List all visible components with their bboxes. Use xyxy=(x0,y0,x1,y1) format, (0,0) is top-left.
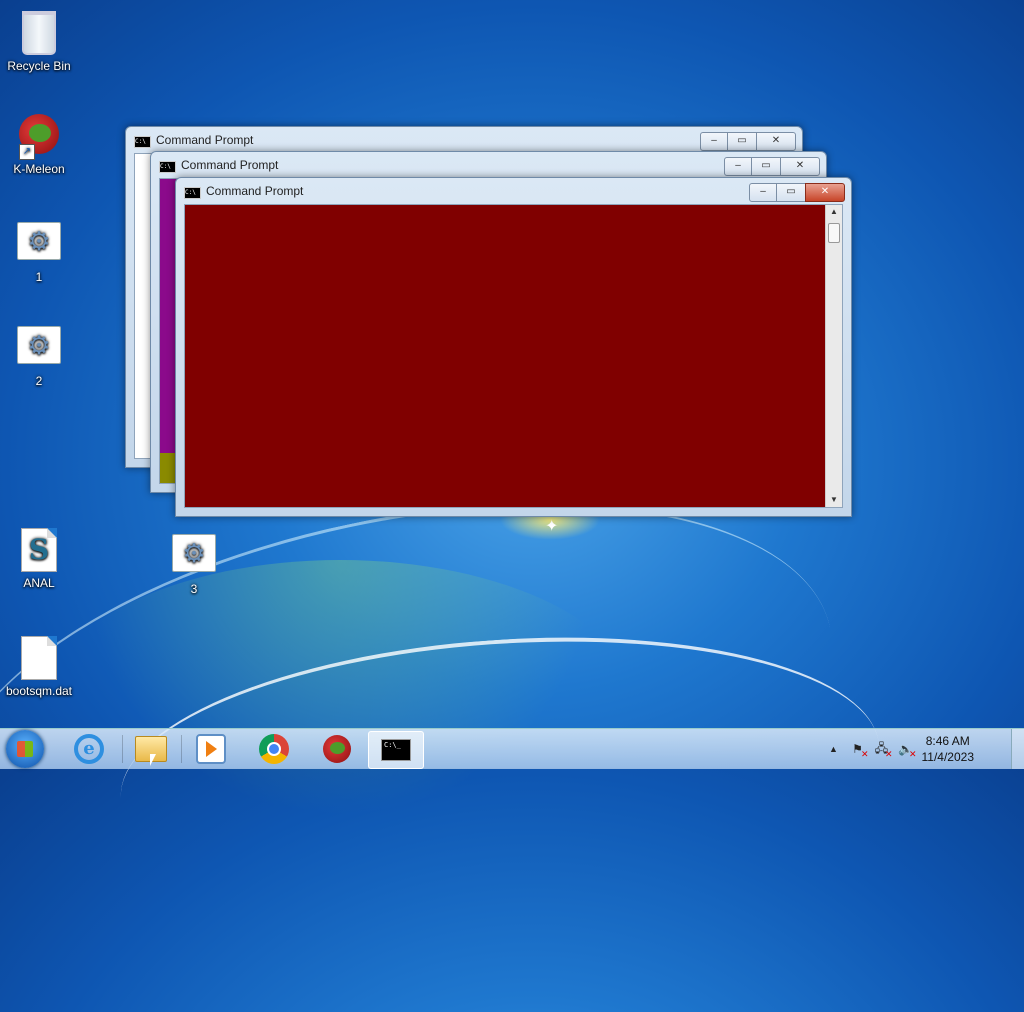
taskbar-separator xyxy=(122,735,123,763)
taskbar-chrome[interactable] xyxy=(247,731,301,767)
command-prompt-icon: C:\ xyxy=(184,187,201,199)
script-file-icon: S xyxy=(21,528,57,572)
settings-file-icon: ⚙ xyxy=(17,222,61,260)
clock[interactable]: 8:46 AM 11/4/2023 xyxy=(922,733,975,765)
minimize-button[interactable]: – xyxy=(724,157,752,176)
settings-file-icon: ⚙ xyxy=(172,534,216,572)
settings-file-icon: ⚙ xyxy=(17,326,61,364)
scroll-up-arrow-icon[interactable]: ▲ xyxy=(826,205,842,219)
window-title: Command Prompt xyxy=(156,133,254,147)
close-button[interactable]: ✕ xyxy=(805,183,845,202)
desktop-icon-label: K-Meleon xyxy=(13,162,65,176)
show-hidden-icons-button[interactable]: ▲ xyxy=(826,741,842,757)
minimize-button[interactable]: – xyxy=(749,183,777,202)
mouse-cursor-icon xyxy=(150,754,156,766)
desktop-icon-anal[interactable]: S ANAL xyxy=(0,528,78,590)
blank-file-icon xyxy=(21,636,57,680)
command-prompt-icon: C:\ xyxy=(134,136,151,148)
window-title: Command Prompt xyxy=(206,184,304,198)
taskbar-separator xyxy=(181,735,182,763)
close-button[interactable]: ✕ xyxy=(780,157,820,176)
maximize-button[interactable]: ▭ xyxy=(751,157,781,176)
taskbar-command-prompt[interactable]: C:\_ xyxy=(368,731,424,769)
taskbar-media-player[interactable] xyxy=(184,731,238,767)
desktop-icon-k-meleon[interactable]: ↗ K-Meleon xyxy=(0,112,78,176)
vertical-scrollbar[interactable]: ▲ ▼ xyxy=(825,205,842,507)
clock-date: 11/4/2023 xyxy=(921,750,975,764)
command-prompt-icon: C:\ xyxy=(159,161,176,173)
window-titlebar[interactable]: C:\ Command Prompt – ▭ ✕ xyxy=(126,127,802,153)
desktop-icon-label: 1 xyxy=(35,270,43,284)
desktop-icon-label: 2 xyxy=(35,374,43,388)
internet-explorer-icon: e xyxy=(74,734,104,764)
taskbar-k-meleon[interactable] xyxy=(310,731,364,767)
window-title: Command Prompt xyxy=(181,158,279,172)
close-button[interactable]: ✕ xyxy=(756,132,796,151)
desktop-icon-label: ANAL xyxy=(23,576,55,590)
show-desktop-button[interactable] xyxy=(1011,729,1024,769)
shortcut-arrow-icon: ↗ xyxy=(19,144,35,160)
desktop-icon-label: bootsqm.dat xyxy=(5,684,73,698)
window-titlebar[interactable]: C:\ Command Prompt – ▭ ✕ xyxy=(176,178,851,204)
network-icon[interactable]: 🖧 ✕ xyxy=(874,741,893,760)
desktop-icon-1[interactable]: ⚙ 1 xyxy=(0,218,78,284)
clock-time: 8:46 AM xyxy=(925,734,970,748)
desktop-icon-3[interactable]: ⚙ 3 xyxy=(155,530,233,596)
k-meleon-icon xyxy=(323,735,351,763)
scroll-down-arrow-icon[interactable]: ▼ xyxy=(826,493,842,507)
window-titlebar[interactable]: C:\ Command Prompt – ▭ ✕ xyxy=(151,152,826,178)
action-center-flag-icon[interactable]: ⚑ ✕ xyxy=(850,741,868,759)
taskbar-internet-explorer[interactable]: e xyxy=(62,731,116,767)
maximize-button[interactable]: ▭ xyxy=(727,132,757,151)
desktop-icon-label: Recycle Bin xyxy=(7,59,71,73)
volume-muted-icon[interactable]: 🔈 ✕ xyxy=(898,741,916,759)
system-tray: ▲ ⚑ ✕ 🖧 ✕ 🔈 ✕ 8:46 AM 11/4/2023 xyxy=(826,729,975,769)
desktop-icon-2[interactable]: ⚙ 2 xyxy=(0,322,78,388)
desktop-icon-bootsqm[interactable]: bootsqm.dat xyxy=(0,636,78,698)
command-prompt-icon: C:\_ xyxy=(381,739,411,761)
maximize-button[interactable]: ▭ xyxy=(776,183,806,202)
desktop-icon-recycle-bin[interactable]: Recycle Bin xyxy=(0,8,78,73)
sparkle-icon: ✦ xyxy=(545,518,559,535)
minimize-button[interactable]: – xyxy=(700,132,728,151)
command-prompt-window-active[interactable]: C:\ Command Prompt – ▭ ✕ ▲ ▼ xyxy=(175,177,852,517)
start-button[interactable] xyxy=(6,730,44,768)
chrome-icon xyxy=(259,734,289,764)
scrollbar-thumb[interactable] xyxy=(828,223,840,243)
media-player-icon xyxy=(196,734,226,764)
console-area[interactable]: ▲ ▼ xyxy=(184,204,843,508)
desktop-icon-label: 3 xyxy=(190,582,198,596)
recycle-bin-icon xyxy=(22,11,56,55)
